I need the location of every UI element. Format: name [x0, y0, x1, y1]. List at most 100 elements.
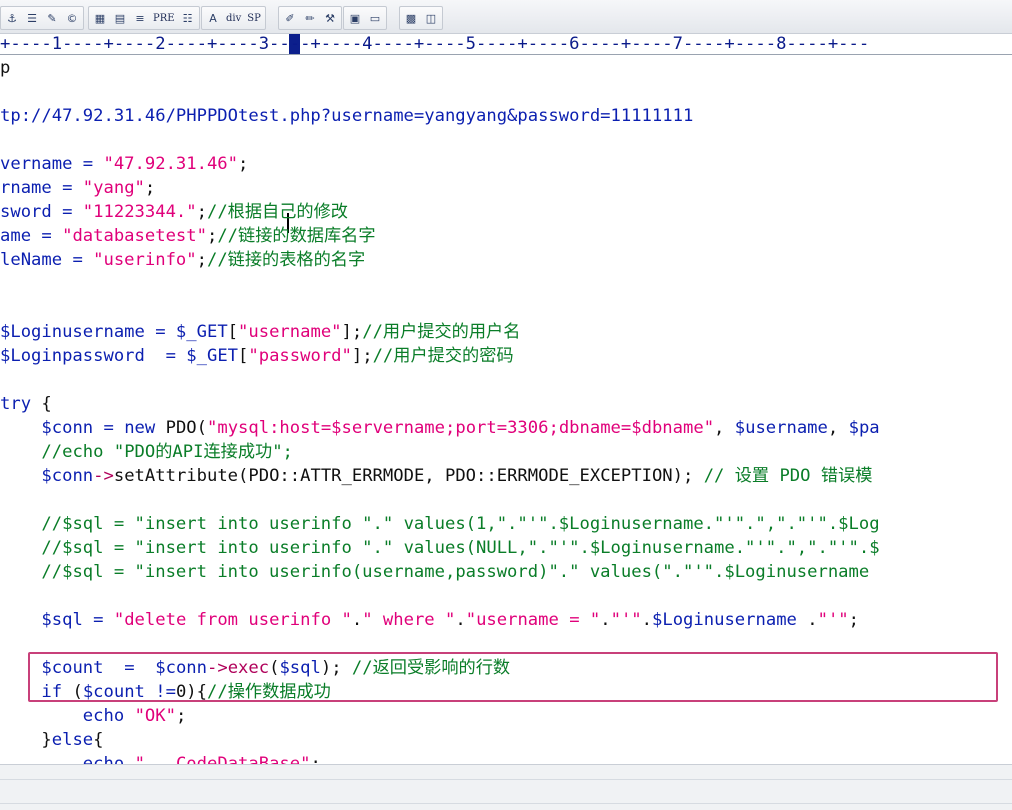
code-token: $Loginusername [652, 610, 797, 630]
table-icon[interactable]: ▦ [91, 9, 109, 27]
toolbar-group: ▩ ◫ [399, 6, 443, 30]
code-token: $username [734, 418, 828, 438]
edit-icon[interactable]: ✐ [281, 9, 299, 27]
code-token: [ [238, 346, 249, 366]
toolbar-group: ▦ ▤ ≡ PRE ☷ [88, 6, 200, 30]
code-line: //$sql = "insert into userinfo "." value… [0, 536, 879, 560]
paragraph-icon[interactable]: ☰ [23, 9, 41, 27]
code-token: ; [238, 154, 249, 174]
status-divider [0, 803, 1012, 804]
code-token: $sql [41, 610, 83, 630]
code-token: new [124, 418, 156, 438]
anchor-icon[interactable]: ⚓ [3, 9, 21, 27]
code-token: ; [848, 610, 859, 630]
code-token: = [51, 178, 83, 198]
code-token: $conn [41, 466, 94, 486]
code-token: ]; [341, 322, 363, 342]
code-token: $Loginpassword [0, 346, 145, 366]
code-token: //$sql = "insert into userinfo "." value… [41, 514, 880, 534]
code-token: $count [41, 658, 104, 678]
code-token: = [103, 658, 156, 678]
brush-icon[interactable]: ✏ [301, 9, 319, 27]
code-token: ( [269, 658, 280, 678]
code-token: { [93, 730, 104, 750]
code-token: . [600, 610, 611, 630]
code-token: ); [320, 658, 352, 678]
code-line: $conn = new PDO("mysql:host=$servername;… [0, 416, 879, 440]
code-token: //用户提交的用户名 [362, 322, 521, 342]
code-line: vername = "47.92.31.46"; [0, 152, 248, 176]
code-token: "'" [817, 610, 849, 630]
code-token: $conn [155, 658, 207, 678]
code-token: ; [196, 250, 207, 270]
code-token: = [82, 610, 114, 630]
code-line: tp://47.92.31.46/PHPPDOtest.php?username… [0, 104, 693, 128]
code-line: $count = $conn->exec($sql); //返回受影响的行数 [0, 656, 510, 680]
font-icon[interactable]: A [204, 9, 222, 27]
form-icon[interactable]: ▤ [111, 9, 129, 27]
code-token: //链接的表格的名字 [206, 250, 366, 270]
code-token: != [144, 682, 176, 702]
code-token: "mysql:host=$servername;port=3306;dbname… [207, 418, 715, 438]
toolbar: ⚓ ☰ ✎ © ▦ ▤ ≡ PRE ☷ Adiv SP ✐ ✏ ⚒ ▣ ▭ ▩ ◫ [0, 0, 1012, 34]
window-icon[interactable]: ▭ [366, 9, 384, 27]
code-line: $Loginpassword = $_GET["password"];//用户提… [0, 344, 514, 368]
status-divider [0, 779, 1012, 780]
code-token: leName [0, 250, 63, 270]
code-line: if ($count !=0){//操作数据成功 [0, 680, 330, 704]
code-token: $sql [279, 658, 321, 678]
frame-icon[interactable]: ▣ [346, 9, 364, 27]
code-line: //$sql = "insert into userinfo(username,… [0, 560, 869, 584]
column-ruler: +----1----+----2----+----3----+----4----… [0, 34, 1012, 55]
copyright-icon[interactable]: © [63, 9, 81, 27]
code-token: setAttribute(PDO::ATTR_ERRMODE, PDO::ERR… [113, 466, 704, 486]
list-icon[interactable]: ☷ [179, 9, 197, 27]
code-token: "password" [248, 346, 352, 366]
code-line: //$sql = "insert into userinfo "." value… [0, 512, 880, 536]
code-token: ; [175, 706, 187, 726]
code-token: = [144, 346, 187, 366]
code-token: ; [144, 178, 156, 198]
code-token: try [0, 394, 32, 414]
code-token: p [0, 58, 11, 78]
align-icon[interactable]: ≡ [131, 9, 149, 27]
code-line: $conn->setAttribute(PDO::ATTR_ERRMODE, P… [0, 464, 872, 488]
code-token: "...CodeDataBase" [134, 754, 311, 764]
code-token: . [796, 610, 818, 630]
tools-icon[interactable]: ⚒ [321, 9, 339, 27]
code-line: $Loginusername = $_GET["username"];//用户提… [0, 320, 520, 344]
code-token: ; [206, 226, 218, 246]
code-token: echo [82, 706, 125, 726]
code-token: //链接的数据库名字 [217, 226, 376, 246]
code-line: ame = "databasetest";//链接的数据库名字 [0, 224, 376, 248]
code-token: "11223344." [82, 202, 197, 222]
code-line: sword = "11223344.";//根据自己的修改 [0, 200, 348, 224]
div-button[interactable]: div [224, 9, 243, 27]
code-line: try { [0, 392, 52, 416]
toolbar-group: Adiv SP [201, 6, 266, 30]
code-token: $_GET [186, 346, 239, 366]
code-token: , [827, 418, 849, 438]
code-editor[interactable]: p tp://47.92.31.46/PHPPDOtest.php?usernam… [0, 56, 1012, 764]
toolbar-group: ✐ ✏ ⚒ [278, 6, 342, 30]
sp-button[interactable]: SP [245, 9, 263, 27]
code-token: 0){ [175, 682, 207, 702]
code-token: = [144, 322, 176, 342]
panel-icon[interactable]: ◫ [422, 9, 440, 27]
toolbar-group: ▣ ▭ [343, 6, 387, 30]
code-line: //echo "PDO的API连接成功"; [0, 440, 293, 464]
pre-button[interactable]: PRE [151, 9, 177, 27]
grid-icon[interactable]: ▩ [402, 9, 420, 27]
pencil-icon[interactable]: ✎ [43, 9, 61, 27]
code-token: //echo "PDO的API连接成功"; [41, 442, 293, 462]
code-token: vername [0, 154, 73, 174]
